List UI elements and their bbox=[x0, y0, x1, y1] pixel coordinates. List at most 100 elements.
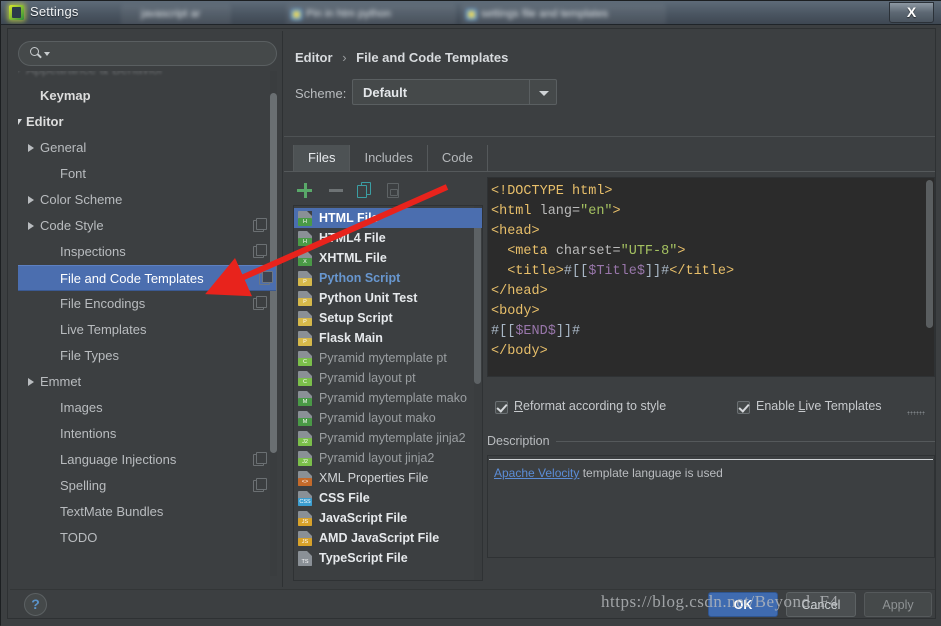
template-list-item[interactable]: JSJavaScript File bbox=[294, 508, 482, 528]
copy-icon[interactable] bbox=[253, 246, 264, 258]
reformat-checkbox-label[interactable]: Reformat according to style bbox=[514, 399, 666, 413]
editor-scrollbar-thumb[interactable] bbox=[926, 180, 933, 328]
template-list-item[interactable]: J2Pyramid mytemplate jinja2 bbox=[294, 428, 482, 448]
help-button[interactable]: ? bbox=[24, 593, 47, 616]
sidebar-item-inspections[interactable]: Inspections bbox=[18, 239, 270, 265]
remove-template-icon[interactable] bbox=[326, 180, 346, 200]
sidebar-item-live-templates[interactable]: Live Templates bbox=[18, 317, 270, 343]
code-line: <body> bbox=[491, 302, 540, 322]
search-input[interactable] bbox=[52, 44, 267, 62]
sidebar-item-editor[interactable]: Editor bbox=[18, 109, 270, 135]
chevron-right-icon[interactable] bbox=[28, 222, 34, 230]
template-code-editor[interactable]: <!DOCTYPE html><html lang="en"><head> <m… bbox=[487, 177, 935, 377]
reset-template-icon[interactable] bbox=[384, 180, 404, 200]
template-list-item[interactable]: <>XML Properties File bbox=[294, 468, 482, 488]
sidebar-item-label: Emmet bbox=[40, 369, 81, 395]
splitter-grip[interactable] bbox=[907, 411, 925, 415]
template-list-item[interactable]: PPython Unit Test bbox=[294, 288, 482, 308]
template-list-item[interactable]: J2Pyramid layout jinja2 bbox=[294, 448, 482, 468]
sidebar-item-file-types[interactable]: File Types bbox=[18, 343, 270, 369]
template-list-item[interactable]: PFlask Main bbox=[294, 328, 482, 348]
search-box[interactable] bbox=[18, 41, 277, 66]
template-list[interactable]: HHTML FileHHTML4 FileXXHTML FilePPython … bbox=[293, 205, 483, 581]
sidebar-item-keymap[interactable]: Keymap bbox=[18, 83, 270, 109]
template-list-item[interactable]: HHTML4 File bbox=[294, 228, 482, 248]
background-tab: settings file and templates bbox=[461, 4, 666, 25]
chevron-right-icon[interactable] bbox=[28, 144, 34, 152]
sidebar-item-file-and-code-templates[interactable]: File and Code Templates bbox=[18, 265, 276, 291]
scheme-selected-value: Default bbox=[363, 85, 407, 100]
template-list-item[interactable]: HHTML File bbox=[294, 208, 482, 228]
sidebar-item-images[interactable]: Images bbox=[18, 395, 270, 421]
description-box: Apache Velocity template language is use… bbox=[487, 455, 935, 558]
sidebar-item-label: File Encodings bbox=[60, 291, 145, 317]
chevron-down-icon[interactable] bbox=[18, 119, 22, 125]
title-bar: Settings javascript ar Pin in htm python… bbox=[1, 1, 941, 25]
apache-velocity-link[interactable]: Apache Velocity bbox=[494, 466, 579, 480]
template-list-item[interactable]: TSTypeScript File bbox=[294, 548, 482, 568]
template-list-item[interactable]: XXHTML File bbox=[294, 248, 482, 268]
watermark-text: https://blog.csdn.net/Beyond_F4 bbox=[601, 592, 838, 612]
copy-template-icon[interactable] bbox=[355, 180, 375, 200]
chevron-right-icon[interactable] bbox=[28, 378, 34, 386]
favicon-icon bbox=[291, 9, 302, 20]
add-template-icon[interactable] bbox=[295, 180, 315, 200]
live-templates-checkbox-label[interactable]: Enable Live Templates bbox=[756, 399, 882, 413]
sidebar-item-todo[interactable]: TODO bbox=[18, 525, 270, 551]
template-name: XHTML File bbox=[319, 248, 387, 268]
code-line: <head> bbox=[491, 222, 540, 242]
sidebar-item-font[interactable]: Font bbox=[18, 161, 270, 187]
sidebar-item-intentions[interactable]: Intentions bbox=[18, 421, 270, 447]
sidebar-item-general[interactable]: General bbox=[18, 135, 270, 161]
sidebar-item-language-injections[interactable]: Language Injections bbox=[18, 447, 270, 473]
template-name: Flask Main bbox=[319, 328, 383, 348]
tab-files[interactable]: Files bbox=[293, 145, 350, 171]
template-name: CSS File bbox=[319, 488, 370, 508]
copy-icon[interactable] bbox=[253, 220, 264, 232]
template-list-item[interactable]: PSetup Script bbox=[294, 308, 482, 328]
sidebar-item-appearance-behavior[interactable]: Appearance & Behavior bbox=[18, 71, 270, 83]
template-list-item[interactable]: CSSCSS File bbox=[294, 488, 482, 508]
template-name: Pyramid layout jinja2 bbox=[319, 448, 434, 468]
scheme-dropdown-button[interactable] bbox=[529, 80, 556, 104]
copy-icon[interactable] bbox=[259, 273, 270, 285]
template-list-item[interactable]: JSAMD JavaScript File bbox=[294, 528, 482, 548]
chevron-down-icon[interactable] bbox=[44, 52, 50, 56]
template-list-item[interactable]: MPyramid layout mako bbox=[294, 408, 482, 428]
sidebar-item-emmet[interactable]: Emmet bbox=[18, 369, 270, 395]
template-list-item[interactable]: CPyramid layout pt bbox=[294, 368, 482, 388]
chevron-right-icon[interactable] bbox=[18, 71, 20, 74]
file-type-icon: JS bbox=[298, 531, 312, 546]
tab-includes[interactable]: Includes bbox=[349, 145, 427, 171]
chevron-right-icon[interactable] bbox=[28, 196, 34, 204]
template-list-item[interactable]: MPyramid mytemplate mako bbox=[294, 388, 482, 408]
template-name: Python Script bbox=[319, 268, 400, 288]
copy-icon[interactable] bbox=[253, 454, 264, 466]
template-name: HTML File bbox=[319, 208, 379, 228]
code-line: <meta charset="UTF-8"> bbox=[491, 242, 685, 262]
template-list-item[interactable]: P Python Script bbox=[294, 268, 482, 288]
reformat-checkbox[interactable] bbox=[495, 401, 508, 414]
template-list-item[interactable]: CPyramid mytemplate pt bbox=[294, 348, 482, 368]
sidebar-item-spelling[interactable]: Spelling bbox=[18, 473, 270, 499]
sidebar-item-color-scheme[interactable]: Color Scheme bbox=[18, 187, 270, 213]
description-title: Description bbox=[487, 434, 556, 448]
template-name: Pyramid layout pt bbox=[319, 368, 416, 388]
breadcrumb-parent[interactable]: Editor bbox=[295, 50, 333, 65]
scheme-dropdown[interactable]: Default bbox=[352, 79, 557, 105]
close-button[interactable]: X bbox=[889, 2, 934, 23]
sidebar-item-textmate-bundles[interactable]: TextMate Bundles bbox=[18, 499, 270, 525]
file-type-icon: P bbox=[298, 271, 312, 286]
sidebar-item-label: Images bbox=[60, 395, 103, 421]
live-templates-checkbox[interactable] bbox=[737, 401, 750, 414]
sidebar-item-code-style[interactable]: Code Style bbox=[18, 213, 270, 239]
template-name: Python Unit Test bbox=[319, 288, 417, 308]
sidebar-item-label: Font bbox=[60, 161, 86, 187]
code-line: <html lang="en"> bbox=[491, 202, 621, 222]
apply-button[interactable]: Apply bbox=[864, 592, 932, 617]
file-type-icon: C bbox=[298, 351, 312, 366]
copy-icon[interactable] bbox=[253, 480, 264, 492]
copy-icon[interactable] bbox=[253, 298, 264, 310]
tab-code[interactable]: Code bbox=[427, 145, 488, 171]
sidebar-item-file-encodings[interactable]: File Encodings bbox=[18, 291, 270, 317]
